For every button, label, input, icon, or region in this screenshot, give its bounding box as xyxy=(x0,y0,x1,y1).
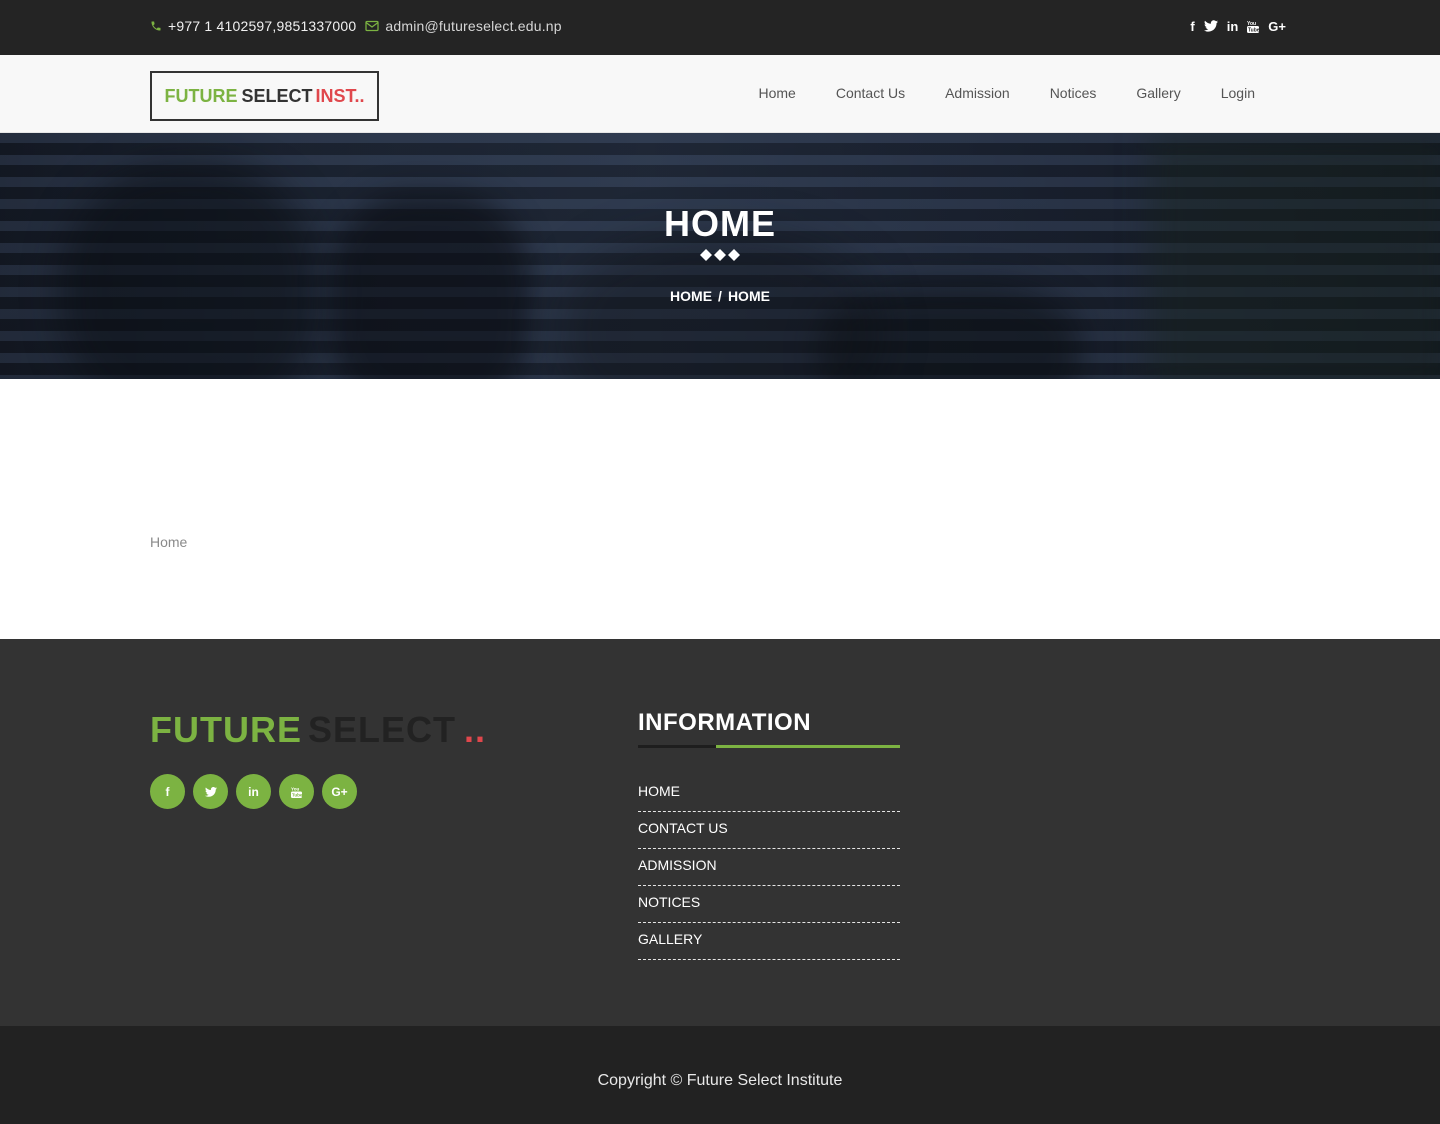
email-address[interactable]: admin@futureselect.edu.np xyxy=(385,18,561,34)
footer-logo-select: SELECT xyxy=(308,709,457,750)
page-content-text: Home xyxy=(150,534,188,550)
nav-admission[interactable]: Admission xyxy=(945,85,1010,101)
main-menu: Home Contact Us Admission Notices Galler… xyxy=(758,85,1255,101)
logo-inst: INST.. xyxy=(315,85,365,106)
youtube-icon[interactable]: You Tube xyxy=(1247,17,1260,35)
linkedin-icon[interactable]: in xyxy=(236,774,271,809)
youtube-icon[interactable]: You Tube xyxy=(279,774,314,809)
footer-logo[interactable]: FUTURE SELECT.. xyxy=(150,709,486,751)
site-logo[interactable]: FUTURE SELECT INST.. xyxy=(150,71,379,121)
breadcrumb: HOME / HOME xyxy=(0,288,1440,304)
nav-login[interactable]: Login xyxy=(1221,85,1255,101)
breadcrumb-current: HOME xyxy=(727,288,770,304)
nav-gallery[interactable]: Gallery xyxy=(1136,85,1180,101)
page-banner: HOME HOME / HOME xyxy=(0,133,1440,379)
title-underline xyxy=(638,745,900,748)
top-bar: +977 1 4102597,9851337000 admin@futurese… xyxy=(0,0,1440,55)
page-title: HOME xyxy=(664,203,776,244)
footer-logo-dots: .. xyxy=(464,709,487,750)
nav-home[interactable]: Home xyxy=(758,85,795,101)
diamond-divider-icon xyxy=(700,249,740,261)
logo-select: SELECT xyxy=(241,85,313,106)
copyright-bar: Copyright © Future Select Institute xyxy=(0,1026,1440,1124)
footer-information: INFORMATION HOME CONTACT US ADMISSION NO… xyxy=(638,709,900,960)
phone-number: +977 1 4102597,9851337000 xyxy=(168,18,357,34)
list-item: ADMISSION xyxy=(638,849,900,886)
nav-notices[interactable]: Notices xyxy=(1050,85,1097,101)
list-item: NOTICES xyxy=(638,886,900,923)
copyright-text: Copyright © Future Select Institute xyxy=(597,1072,843,1089)
phone-icon xyxy=(150,20,162,32)
footer-link-admission[interactable]: ADMISSION xyxy=(638,857,717,873)
list-item: GALLERY xyxy=(638,923,900,960)
footer-link-notices[interactable]: NOTICES xyxy=(638,894,700,910)
envelope-icon xyxy=(365,20,379,32)
svg-text:Tube: Tube xyxy=(292,792,302,797)
contact-info: +977 1 4102597,9851337000 admin@futurese… xyxy=(150,18,562,34)
linkedin-icon[interactable]: in xyxy=(1227,17,1239,35)
footer-information-title: INFORMATION xyxy=(638,709,812,736)
twitter-icon[interactable] xyxy=(193,774,228,809)
top-social-links: f in You Tube G+ xyxy=(1190,17,1286,35)
twitter-icon[interactable] xyxy=(1203,17,1218,35)
breadcrumb-separator: / xyxy=(718,288,722,304)
list-item: CONTACT US xyxy=(638,812,900,849)
main-navbar: FUTURE SELECT INST.. Home Contact Us Adm… xyxy=(0,55,1440,133)
logo-future: FUTURE xyxy=(164,85,238,106)
svg-text:Tube: Tube xyxy=(1248,27,1259,33)
facebook-icon[interactable]: f xyxy=(1190,17,1194,35)
footer-link-gallery[interactable]: GALLERY xyxy=(638,931,702,947)
google-plus-icon[interactable]: G+ xyxy=(1268,17,1286,35)
google-plus-icon[interactable]: G+ xyxy=(322,774,357,809)
footer-link-contact-us[interactable]: CONTACT US xyxy=(638,820,728,836)
nav-contact-us[interactable]: Contact Us xyxy=(836,85,905,101)
footer-link-home[interactable]: HOME xyxy=(638,783,680,799)
facebook-icon[interactable]: f xyxy=(150,774,185,809)
svg-text:You: You xyxy=(291,786,300,791)
footer-social-links: f in You Tube G+ xyxy=(150,774,357,809)
footer: FUTURE SELECT.. f in You Tube G+ INFORMATI… xyxy=(0,639,1440,1026)
footer-logo-future: FUTURE xyxy=(150,709,302,750)
list-item: HOME xyxy=(638,783,900,812)
footer-links: HOME CONTACT US ADMISSION NOTICES GALLER… xyxy=(638,783,900,960)
breadcrumb-home-link[interactable]: HOME xyxy=(670,288,712,304)
